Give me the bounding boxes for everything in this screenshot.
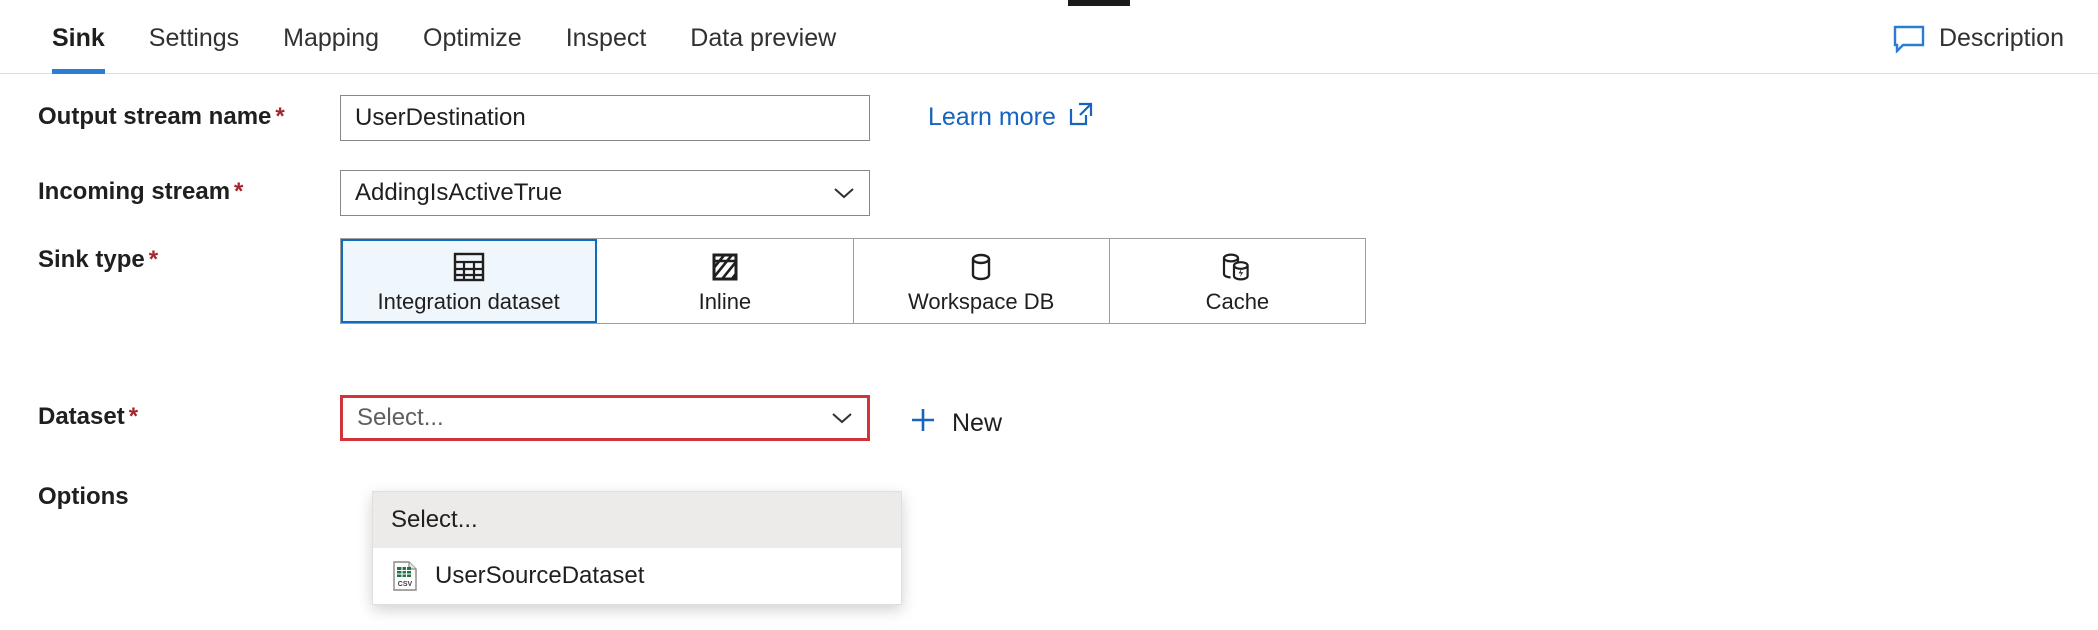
tab-data-preview[interactable]: Data preview [668, 4, 858, 73]
sink-type-label: Sink type * [0, 238, 340, 274]
description-label: Description [1938, 24, 2064, 52]
row-sink-type: Sink type * Integration dataset Inline W… [0, 238, 1366, 324]
sink-type-label-text: Sink type [38, 246, 145, 273]
plus-icon [908, 405, 938, 442]
svg-text:CSV: CSV [398, 581, 413, 588]
learn-more-label: Learn more [928, 103, 1056, 131]
database-cylinder-icon [964, 249, 998, 285]
tab-sink-label: Sink [52, 24, 105, 52]
dataset-label: Dataset * [0, 395, 340, 431]
incoming-stream-required: * [234, 178, 244, 205]
csv-file-icon: CSV [391, 561, 419, 591]
tab-mapping[interactable]: Mapping [261, 4, 401, 73]
cache-cylinders-bolt-icon [1219, 249, 1255, 285]
description-button[interactable]: Description [1893, 24, 2064, 53]
external-link-icon [1068, 101, 1094, 134]
dataset-required: * [128, 403, 139, 430]
chevron-down-icon [831, 404, 853, 432]
sink-type-option-integration-dataset-label: Integration dataset [377, 289, 560, 314]
new-dataset-label: New [952, 409, 1003, 437]
dataset-value: Select... [357, 404, 444, 431]
incoming-stream-label: Incoming stream * [0, 170, 340, 206]
row-options: Options [0, 475, 340, 511]
tab-optimize[interactable]: Optimize [401, 4, 544, 73]
sink-type-option-inline[interactable]: Inline [597, 239, 854, 323]
dataset-option-select[interactable]: Select... [373, 492, 901, 548]
tab-list: Sink Settings Mapping Optimize Inspect D… [0, 4, 858, 74]
tab-mapping-label: Mapping [283, 24, 380, 52]
row-output-stream-name: Output stream name * UserDestination Lear… [0, 95, 1094, 141]
sink-type-option-cache-label: Cache [1205, 289, 1270, 314]
table-grid-icon [452, 249, 486, 285]
tab-bar: Sink Settings Mapping Optimize Inspect D… [0, 4, 2098, 74]
incoming-stream-value: AddingIsActiveTrue [355, 179, 563, 206]
sink-type-option-cache[interactable]: Cache [1110, 239, 1365, 323]
incoming-stream-label-text: Incoming stream [38, 178, 231, 205]
tab-sink[interactable]: Sink [30, 4, 127, 74]
sink-type-required: * [148, 246, 159, 273]
tab-inspect[interactable]: Inspect [544, 4, 669, 73]
dataset-label-text: Dataset [38, 403, 125, 430]
output-stream-name-label-text: Output stream name [38, 103, 272, 130]
output-stream-name-required: * [275, 103, 285, 130]
chevron-down-icon [833, 179, 855, 207]
learn-more-link[interactable]: Learn more [928, 95, 1094, 134]
output-stream-name-value: UserDestination [355, 104, 526, 131]
output-stream-name-label: Output stream name * [0, 95, 340, 131]
dataset-dropdown[interactable]: Select... [340, 395, 870, 441]
new-dataset-button[interactable]: New [908, 395, 1002, 442]
tab-settings-label: Settings [148, 24, 240, 52]
row-incoming-stream: Incoming stream * AddingIsActiveTrue [0, 170, 870, 216]
sink-type-option-integration-dataset[interactable]: Integration dataset [341, 239, 598, 323]
dataset-option-usersourcedataset[interactable]: CSV UserSourceDataset [373, 548, 901, 604]
dataset-option-usersourcedataset-label: UserSourceDataset [435, 562, 645, 589]
hatched-square-icon [708, 249, 742, 285]
tab-inspect-label: Inspect [565, 24, 647, 52]
speech-bubble-icon [1893, 25, 1925, 53]
tab-optimize-label: Optimize [423, 24, 522, 52]
dataset-dropdown-list: Select... CSV UserSourceDataset [372, 491, 902, 605]
row-dataset: Dataset * Select... New [0, 395, 1002, 442]
sink-type-segmented-control: Integration dataset Inline Workspace DB … [340, 238, 1366, 324]
sink-type-option-inline-label: Inline [698, 289, 752, 314]
options-label: Options [38, 483, 129, 510]
sink-type-option-workspace-db[interactable]: Workspace DB [854, 239, 1110, 323]
dataset-option-select-label: Select... [391, 506, 478, 533]
tab-data-preview-label: Data preview [690, 24, 837, 52]
incoming-stream-dropdown[interactable]: AddingIsActiveTrue [340, 170, 870, 216]
output-stream-name-input[interactable]: UserDestination [340, 95, 870, 141]
sink-type-option-workspace-db-label: Workspace DB [907, 289, 1055, 314]
tab-settings[interactable]: Settings [127, 4, 261, 73]
